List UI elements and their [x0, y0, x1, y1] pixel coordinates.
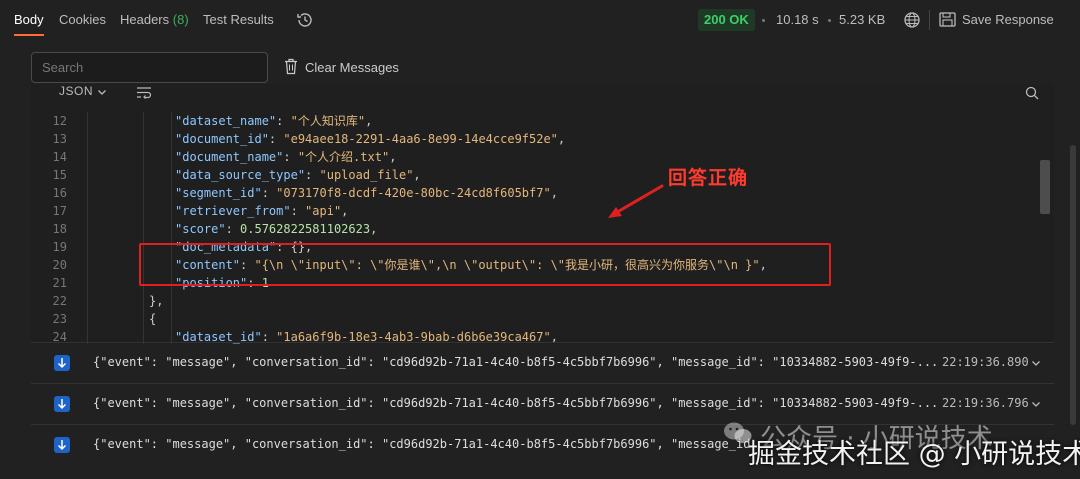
annotation-label: 回答正确 — [668, 167, 749, 189]
code-line: 23 { — [31, 310, 1031, 328]
message-row[interactable]: {"event": "message", "conversation_id": … — [31, 383, 1054, 423]
tab-cookies[interactable]: Cookies — [59, 12, 106, 27]
json-viewer: JSON 12 "dataset_name": "个人知识库", 13 "docume… — [31, 84, 1054, 344]
line-number: 19 — [52, 240, 67, 254]
message-time: 22:19:36.890 — [942, 355, 1029, 369]
code-line: 17 "retriever_from": "api", — [31, 202, 1031, 220]
code-text: "document_name": "个人介绍.txt", — [175, 150, 397, 164]
message-time: 22:19:36.796 — [942, 396, 1029, 410]
code-text: "retriever_from": "api", — [175, 204, 349, 218]
line-number: 20 — [52, 258, 67, 272]
code-text: "score": 0.5762822581102623, — [175, 222, 378, 236]
chevron-down-icon[interactable] — [97, 87, 107, 97]
annotation-arrow-icon — [608, 184, 664, 218]
clear-messages-button[interactable]: Clear Messages — [305, 60, 399, 75]
code-text: { — [149, 312, 157, 326]
code-line: 13 "document_id": "e94aee18-2291-4aa6-8e9… — [31, 130, 1031, 148]
code-text: "document_id": "e94aee18-2291-4aa6-8e99-… — [175, 132, 566, 146]
word-wrap-icon[interactable] — [136, 86, 152, 99]
code-line: 12 "dataset_name": "个人知识库", — [31, 112, 1031, 130]
toolbar-divider — [929, 10, 930, 30]
format-select[interactable]: JSON — [59, 84, 93, 98]
chevron-down-icon[interactable] — [1031, 358, 1041, 368]
separator-dot — [828, 19, 831, 22]
code-text: }, — [149, 294, 164, 308]
save-response-button[interactable]: Save Response — [962, 12, 1054, 27]
active-tab-indicator — [14, 34, 44, 36]
line-number: 18 — [52, 222, 67, 236]
highlight-box — [139, 243, 831, 286]
line-number: 22 — [52, 294, 67, 308]
status-badge[interactable]: 200 OK — [698, 9, 755, 31]
trash-icon[interactable] — [284, 58, 298, 75]
code-line: 14 "document_name": "个人介绍.txt", — [31, 148, 1031, 166]
tab-headers[interactable]: Headers (8) — [120, 12, 189, 27]
code-line: 15 "data_source_type": "upload_file", — [31, 166, 1031, 184]
line-number: 13 — [52, 132, 67, 146]
code-line: 22}, — [31, 292, 1031, 310]
code-line: 16 "segment_id": "073170f8-dcdf-420e-80bc… — [31, 184, 1031, 202]
viewer-scrollbar-thumb[interactable] — [1040, 160, 1050, 214]
history-icon[interactable] — [296, 11, 314, 29]
code-text: "segment_id": "073170f8-dcdf-420e-80bc-2… — [175, 186, 558, 200]
code-lines[interactable]: 12 "dataset_name": "个人知识库", 13 "document_id… — [31, 112, 1031, 344]
page-scrollbar[interactable] — [1070, 145, 1076, 425]
message-text: {"event": "message", "conversation_id": … — [93, 396, 939, 410]
incoming-arrow-icon — [54, 396, 70, 412]
line-number: 21 — [52, 276, 67, 290]
line-number: 15 — [52, 168, 67, 182]
line-number: 12 — [52, 114, 67, 128]
code-text: "dataset_name": "个人知识库", — [175, 114, 373, 128]
save-response-icon[interactable] — [939, 12, 956, 27]
code-text: "data_source_type": "upload_file", — [175, 168, 421, 182]
globe-icon[interactable] — [903, 11, 921, 29]
code-line: 18 "score": 0.5762822581102623, — [31, 220, 1031, 238]
headers-count: (8) — [172, 12, 189, 27]
chevron-down-icon[interactable] — [1031, 399, 1041, 409]
separator-dot — [762, 19, 765, 22]
line-number: 23 — [52, 312, 67, 326]
search-input[interactable] — [32, 53, 267, 82]
viewer-toolbar: JSON — [31, 84, 1054, 106]
search-icon[interactable] — [1025, 86, 1039, 100]
search-box — [31, 52, 268, 83]
tab-body[interactable]: Body — [14, 12, 44, 27]
line-number: 17 — [52, 204, 67, 218]
watermark-juejin: 掘金技术社区 @ 小研说技术 — [748, 439, 1080, 470]
line-number: 14 — [52, 150, 67, 164]
response-size[interactable]: 5.23 KB — [839, 12, 885, 27]
line-number: 16 — [52, 186, 67, 200]
incoming-arrow-icon — [54, 355, 70, 371]
response-time[interactable]: 10.18 s — [776, 12, 819, 27]
message-row[interactable]: {"event": "message", "conversation_id": … — [31, 342, 1054, 382]
tab-test-results[interactable]: Test Results — [203, 12, 274, 27]
message-text: {"event": "message", "conversation_id": … — [93, 355, 939, 369]
incoming-arrow-icon — [54, 437, 70, 453]
message-text: {"event": "message", "conversation_id": … — [93, 437, 751, 451]
response-tabs-bar: Body Cookies Headers (8) Test Results 20… — [0, 0, 1080, 40]
tab-headers-label: Headers — [120, 12, 170, 27]
